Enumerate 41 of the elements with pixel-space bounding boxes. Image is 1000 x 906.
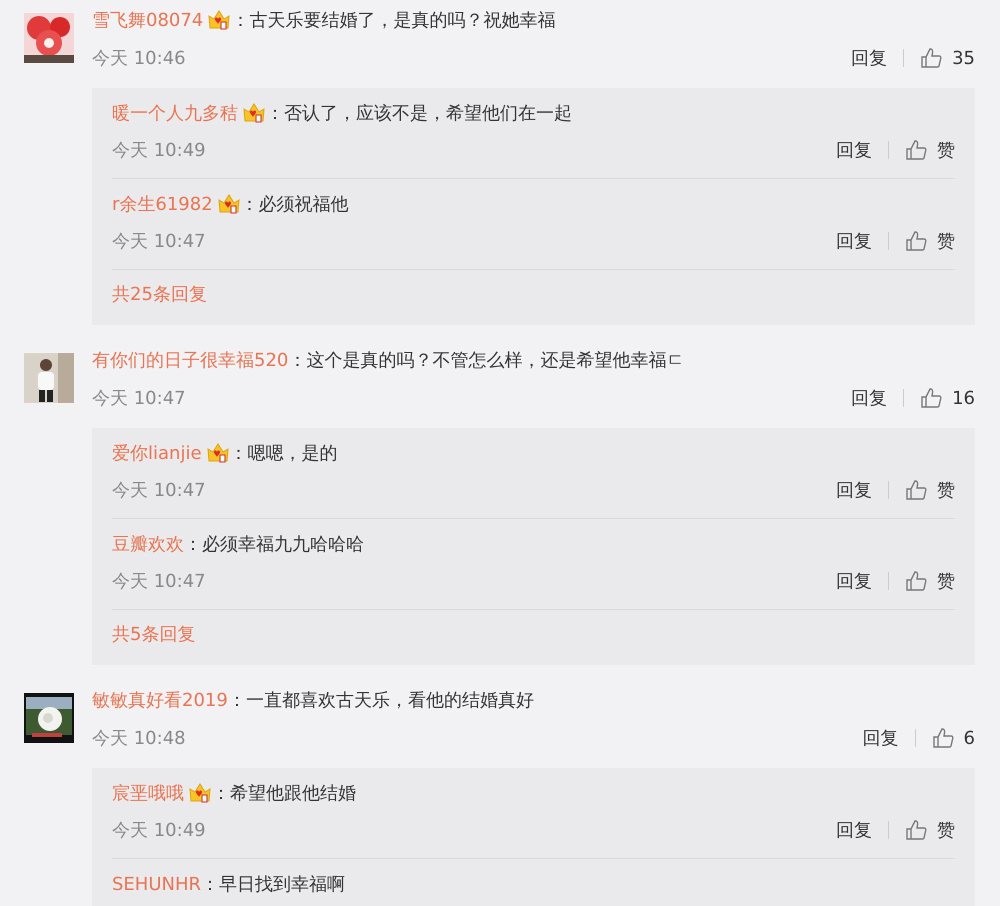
- reply-text: ：早日找到幸福啊: [201, 873, 346, 896]
- reply-time: 今天 10:47: [112, 570, 206, 593]
- like-link[interactable]: 赞: [937, 569, 955, 593]
- comment-text: ：这个是真的吗？不管怎么样，还是希望他幸福ㄷ: [288, 349, 684, 372]
- thumbs-up-icon[interactable]: [905, 570, 927, 592]
- comment-text: ：古天乐要结婚了，是真的吗？祝她幸福: [231, 9, 556, 32]
- comment-time: 今天 10:48: [92, 727, 186, 750]
- thumbs-up-icon[interactable]: [920, 47, 942, 69]
- reply-link[interactable]: 回复: [836, 569, 872, 593]
- reply-link[interactable]: 回复: [851, 46, 888, 70]
- thumbs-up-icon[interactable]: [905, 230, 927, 252]
- thumbs-up-icon[interactable]: [920, 387, 942, 409]
- reply-time: 今天 10:47: [112, 230, 206, 253]
- comment-time: 今天 10:46: [92, 47, 186, 70]
- reply-time: 今天 10:49: [112, 819, 206, 842]
- like-link[interactable]: 赞: [937, 818, 955, 842]
- comment-time: 今天 10:47: [92, 387, 186, 410]
- like-link[interactable]: 赞: [937, 138, 955, 162]
- reply-link[interactable]: 回复: [836, 229, 872, 253]
- reply-text: ：嗯嗯，是的: [230, 442, 338, 465]
- like-link[interactable]: 赞: [937, 478, 955, 502]
- thumbs-up-icon[interactable]: [932, 727, 954, 749]
- like-count: 16: [952, 388, 975, 408]
- reply-time: 今天 10:47: [112, 479, 206, 502]
- reply-text: ：必须祝福他: [240, 193, 349, 216]
- reply-text: ：希望他跟他结婚: [212, 782, 356, 805]
- reply-time: 今天 10:49: [112, 139, 206, 162]
- reply-link[interactable]: 回复: [836, 818, 872, 842]
- thumbs-up-icon[interactable]: [905, 139, 927, 161]
- thumbs-up-icon[interactable]: [905, 479, 927, 501]
- like-count: 6: [964, 728, 975, 748]
- thumbs-up-icon[interactable]: [905, 819, 927, 841]
- like-link[interactable]: 赞: [937, 229, 955, 253]
- reply-link[interactable]: 回复: [836, 478, 872, 502]
- reply-link[interactable]: 回复: [851, 386, 888, 410]
- reply-link[interactable]: 回复: [836, 138, 872, 162]
- reply-text: ：否认了，应该不是，希望他们在一起: [266, 102, 572, 125]
- comment-text: ：一直都喜欢古天乐，看他的结婚真好: [228, 689, 534, 712]
- reply-link[interactable]: 回复: [862, 726, 899, 750]
- like-count: 35: [952, 48, 975, 68]
- reply-text: ：必须幸福九九哈哈哈: [184, 533, 364, 556]
